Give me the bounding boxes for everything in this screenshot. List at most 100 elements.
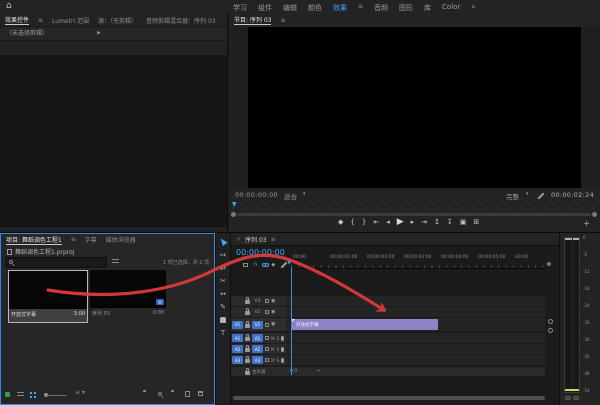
go-to-gap-icon[interactable]: ↦: [317, 369, 321, 374]
find-icon[interactable]: [158, 392, 162, 396]
tab-effect-controls[interactable]: 效果控件: [5, 15, 29, 25]
slip-tool[interactable]: ↔: [217, 289, 229, 298]
tab-source-monitor[interactable]: 源：（无剪辑）: [98, 16, 137, 25]
tab-project[interactable]: 项目: 舞蹈调色工程1: [6, 235, 62, 245]
button-editor-plus[interactable]: +: [583, 219, 590, 228]
workspace-menu-icon[interactable]: ≡: [358, 3, 363, 13]
track-target-v3[interactable]: V3: [252, 299, 263, 304]
project-file-row[interactable]: 舞蹈调色工程1.prproj: [7, 247, 74, 256]
mark-in-button[interactable]: {: [350, 218, 354, 226]
toggle-output-eye-icon[interactable]: ◉: [271, 310, 275, 315]
track-lane-a1[interactable]: [286, 333, 545, 343]
playhead-line[interactable]: [291, 267, 292, 375]
project-item-sequence[interactable]: ▤ 序列 03 0:00: [90, 270, 166, 321]
mute-button[interactable]: M: [271, 347, 274, 352]
track-target-a1[interactable]: A1: [252, 334, 263, 342]
add-marker-icon[interactable]: ◆: [271, 262, 275, 268]
chevron-down-icon[interactable]: ▾: [526, 191, 529, 197]
step-back-button[interactable]: ◂: [386, 218, 390, 226]
sync-lock-icon[interactable]: [265, 358, 269, 362]
tab-program-monitor[interactable]: 节目: 序列 03: [234, 15, 271, 25]
lock-icon[interactable]: [245, 300, 250, 304]
lock-icon[interactable]: [245, 311, 250, 315]
source-patch-empty[interactable]: [232, 308, 243, 316]
toggle-output-eye-icon[interactable]: ◉: [271, 322, 275, 327]
audio-meter-bars[interactable]: [564, 237, 580, 393]
source-patch-a2[interactable]: A2: [232, 345, 243, 353]
solo-right-button[interactable]: [573, 396, 579, 400]
mark-out-button[interactable]: }: [362, 218, 366, 226]
selection-tool[interactable]: [217, 237, 229, 246]
solo-left-button[interactable]: [565, 396, 571, 400]
workspace-tab-assembly[interactable]: 组件: [258, 3, 272, 13]
new-item-icon[interactable]: [185, 391, 190, 397]
timeline-vscroll-handle-bottom[interactable]: [548, 328, 553, 333]
project-writable-icon[interactable]: [5, 392, 10, 397]
zoom-slider-track[interactable]: [45, 395, 67, 396]
workspace-tab-libraries[interactable]: 库: [424, 3, 431, 13]
track-target-v2[interactable]: V2: [252, 310, 263, 315]
zoom-level-select[interactable]: 适合: [284, 191, 297, 201]
panel-menu-icon[interactable]: ≡: [71, 236, 76, 243]
lock-icon[interactable]: [245, 359, 250, 363]
scrollbar-left-handle[interactable]: [231, 212, 236, 217]
voiceover-record-icon[interactable]: [281, 336, 284, 341]
timeline-vscroll-handle-top[interactable]: [548, 319, 553, 324]
lock-icon[interactable]: [245, 348, 250, 352]
time-ruler[interactable]: 00:00 00:00:01:00 00:00:02:00 00:00:03:0…: [286, 246, 545, 269]
linked-selection-icon[interactable]: [262, 263, 266, 267]
track-lane-a2[interactable]: [286, 344, 545, 354]
workspace-tab-effects[interactable]: 效果: [333, 3, 347, 13]
list-view-icon[interactable]: [17, 392, 24, 398]
voiceover-record-icon[interactable]: [281, 358, 284, 363]
step-forward-button[interactable]: ▸: [411, 218, 415, 226]
type-tool[interactable]: T: [217, 328, 229, 337]
export-frame-button[interactable]: ▣: [460, 218, 467, 226]
workspace-tab-learn[interactable]: 学习: [233, 3, 247, 13]
sort-icons-icon[interactable]: ≡ ▾: [75, 389, 85, 396]
sync-lock-icon[interactable]: [265, 299, 269, 303]
workspace-tab-color-en[interactable]: Color: [442, 3, 460, 13]
mute-button[interactable]: M: [271, 358, 274, 363]
ripple-edit-tool[interactable]: ⇄: [217, 263, 229, 272]
comparison-view-button[interactable]: ⊞: [473, 218, 479, 226]
snap-icon[interactable]: ∩: [253, 263, 257, 267]
workspace-tab-graphics[interactable]: 图形: [399, 3, 413, 13]
tab-audio-clip-mixer[interactable]: 音频剪辑混合器：序列 03: [146, 16, 216, 25]
hand-tool[interactable]: [217, 315, 229, 324]
source-patch-v1[interactable]: V1: [232, 321, 243, 329]
playback-resolution-select[interactable]: 完整: [506, 191, 519, 201]
mute-button[interactable]: M: [271, 336, 274, 341]
lock-icon[interactable]: [245, 324, 250, 328]
track-lane-v3[interactable]: [286, 296, 545, 306]
pen-tool[interactable]: ✎: [217, 302, 229, 311]
delete-icon[interactable]: [198, 391, 203, 396]
tab-media-browser[interactable]: 媒体浏览器: [106, 235, 136, 244]
solo-button[interactable]: S: [276, 358, 279, 363]
tab-captions[interactable]: 字幕: [85, 235, 97, 244]
playhead-icon[interactable]: ▼: [287, 259, 292, 266]
project-item-open-captions[interactable]: 开放式字幕 3:00: [8, 270, 88, 323]
track-target-v1[interactable]: V1: [252, 321, 263, 329]
ruler-zoom-handle[interactable]: [547, 262, 551, 266]
go-to-in-button[interactable]: ⇤: [373, 218, 379, 226]
workspace-tab-audio[interactable]: 音频: [374, 3, 388, 13]
source-patch-empty[interactable]: [232, 297, 243, 305]
extract-button[interactable]: ↧: [447, 218, 453, 226]
panel-menu-icon[interactable]: ≡: [280, 17, 285, 24]
home-icon[interactable]: ⌂: [6, 1, 12, 11]
workspace-overflow-icon[interactable]: »: [471, 3, 475, 13]
program-scrollbar[interactable]: [237, 213, 591, 216]
solo-button[interactable]: S: [276, 336, 279, 341]
program-time-ruler[interactable]: [233, 204, 595, 209]
sync-lock-icon[interactable]: [265, 323, 269, 327]
sync-lock-icon[interactable]: [265, 347, 269, 351]
voiceover-record-icon[interactable]: [281, 347, 284, 352]
panel-menu-icon[interactable]: ≡: [271, 236, 276, 243]
timeline-clip-open-captions[interactable]: 开放式字幕: [291, 319, 438, 330]
sync-lock-icon[interactable]: [265, 310, 269, 314]
sync-lock-icon[interactable]: [265, 336, 269, 340]
toggle-output-eye-icon[interactable]: ◉: [271, 299, 275, 304]
panel-menu-icon[interactable]: ≡: [38, 17, 43, 24]
settings-wrench-icon[interactable]: [537, 192, 544, 199]
